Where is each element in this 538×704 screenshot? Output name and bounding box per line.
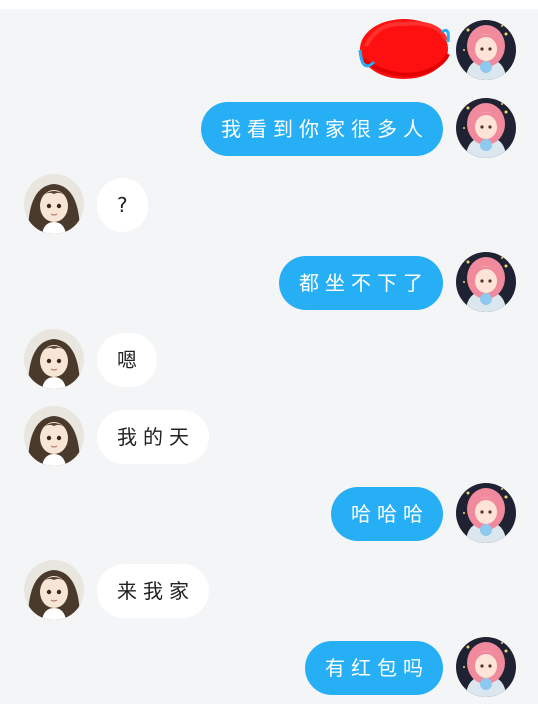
message-row-incoming: 来我家 [0,560,538,622]
message-row-outgoing: 我看到你家很多人 [0,98,538,160]
chat-message-list[interactable]: 我看到你家很多人 ? 都坐不下了 嗯 我的天 哈哈哈 来我家 有红包吗 [0,0,538,704]
contact-avatar-self[interactable] [456,98,516,158]
message-row-outgoing: 哈哈哈 [0,483,538,545]
message-bubble-incoming[interactable]: 我的天 [97,410,209,464]
message-bubble-outgoing[interactable]: 哈哈哈 [331,487,443,541]
contact-avatar-friend[interactable] [24,406,84,466]
contact-avatar-self[interactable] [456,483,516,543]
message-row-incoming: ? [0,174,538,236]
contact-avatar-self[interactable] [456,637,516,697]
contact-avatar-self[interactable] [456,20,516,80]
message-row-incoming: 我的天 [0,406,538,468]
message-bubble-outgoing[interactable]: 我看到你家很多人 [201,102,443,156]
message-bubble-incoming[interactable]: ? [97,178,148,232]
message-row-outgoing: 都坐不下了 [0,252,538,314]
contact-avatar-friend[interactable] [24,174,84,234]
redaction-scribble [358,16,450,82]
message-row-outgoing [0,19,538,82]
contact-avatar-friend[interactable] [24,329,84,389]
message-bubble-outgoing[interactable]: 都坐不下了 [279,256,443,310]
message-bubble-incoming[interactable]: 嗯 [97,333,157,387]
message-row-outgoing: 有红包吗 [0,637,538,699]
contact-avatar-friend[interactable] [24,560,84,620]
message-bubble-incoming[interactable]: 来我家 [97,564,209,618]
message-bubble-outgoing[interactable]: 有红包吗 [305,641,443,695]
message-row-incoming: 嗯 [0,329,538,391]
contact-avatar-self[interactable] [456,252,516,312]
